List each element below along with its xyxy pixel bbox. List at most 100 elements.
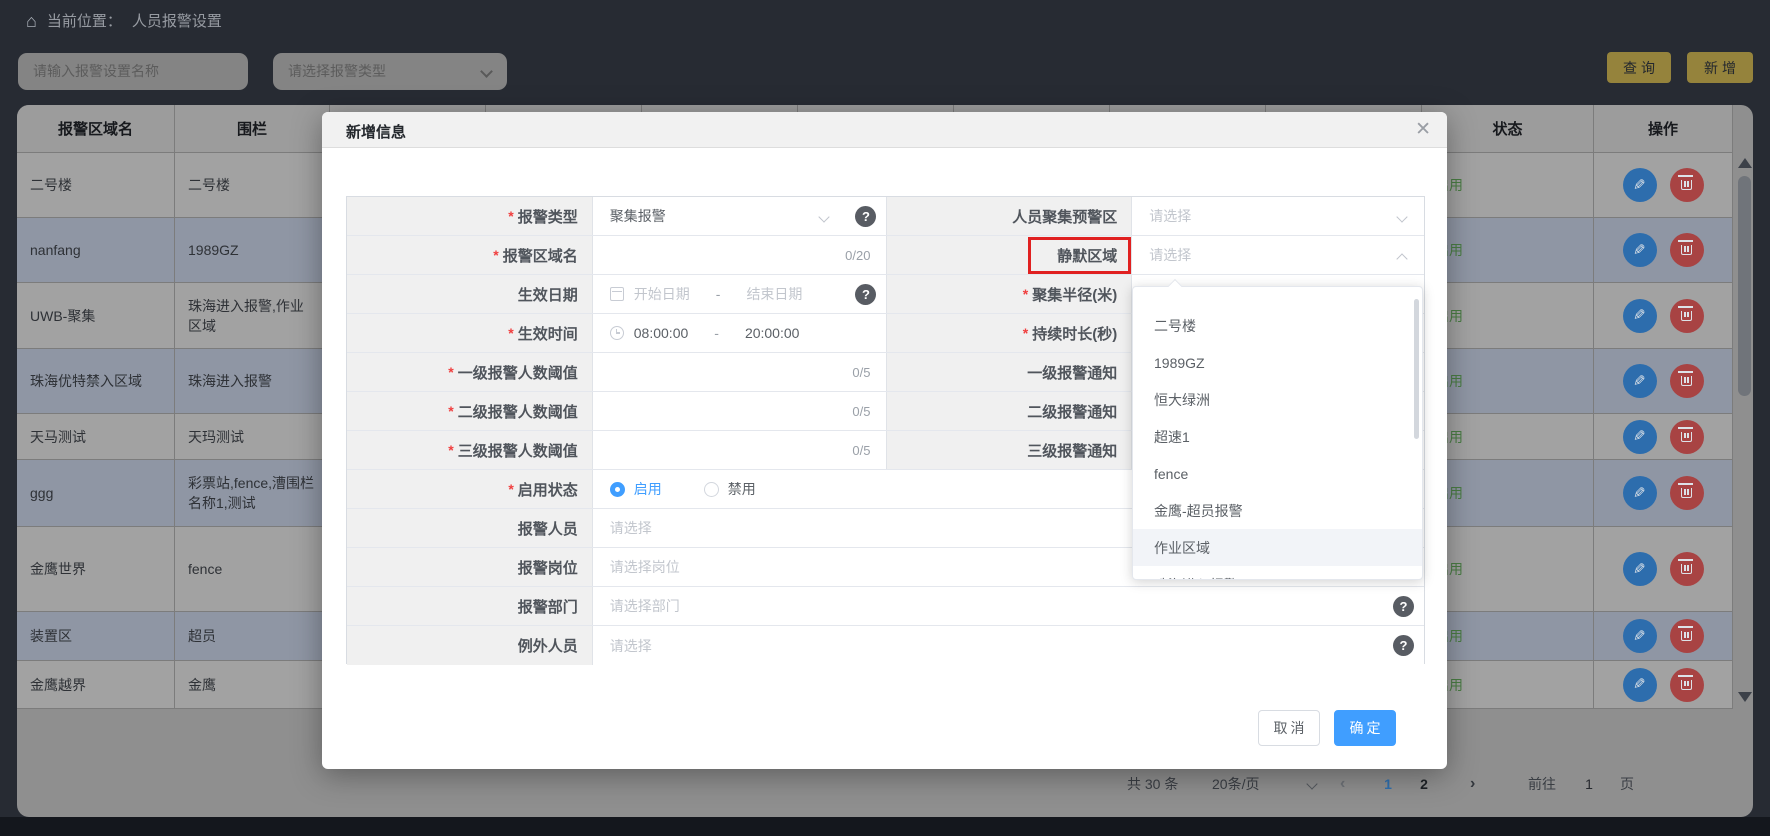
form-label-text: 人员聚集预警区 (1012, 206, 1117, 227)
delete-button[interactable] (1670, 168, 1704, 202)
delete-button[interactable] (1670, 420, 1704, 454)
pencil-icon: ✎ (1633, 308, 1646, 323)
delete-button[interactable] (1670, 668, 1704, 702)
prev-page-button[interactable]: ‹ (1340, 770, 1345, 798)
page-size-select[interactable]: 20条/页 (1212, 770, 1298, 798)
edit-button[interactable]: ✎ (1623, 364, 1657, 398)
form-field-报警部门[interactable]: 请选择部门? (593, 587, 1424, 625)
form-row: 报警部门请选择部门? (347, 587, 1424, 626)
edit-button[interactable]: ✎ (1623, 233, 1657, 267)
help-icon[interactable]: ? (855, 206, 876, 227)
goto-unit: 页 (1620, 770, 1634, 798)
required-asterisk: * (1023, 325, 1028, 341)
form-label-报警区域名: *报警区域名 (347, 236, 593, 274)
dropdown-option-二号楼[interactable]: 二号楼 (1133, 307, 1422, 344)
form-field-例外人员[interactable]: 请选择? (593, 626, 1424, 665)
pagination-total: 共 30 条 (1127, 770, 1178, 798)
pencil-icon: ✎ (1633, 429, 1646, 444)
edit-button[interactable]: ✎ (1623, 476, 1657, 510)
dropdown-option-恒大绿洲[interactable]: 恒大绿洲 (1133, 381, 1422, 418)
alarm-name-input[interactable]: 请输入报警设置名称 (18, 53, 248, 90)
trash-icon (1681, 564, 1692, 574)
form-label-报警岗位: 报警岗位 (347, 548, 593, 586)
confirm-button[interactable]: 确定 (1334, 710, 1396, 746)
trash-icon (1681, 432, 1692, 442)
form-field-三级报警人数阈值[interactable]: 0/5 (593, 431, 888, 469)
form-field-人员聚集预警区[interactable]: 请选择 (1132, 197, 1424, 235)
form-label-三级报警通知: 三级报警通知 (887, 431, 1132, 469)
delete-button[interactable] (1670, 299, 1704, 333)
query-button[interactable]: 查询 (1607, 52, 1671, 83)
form-field-静默区域[interactable]: 请选择 (1132, 236, 1424, 274)
form-row: *报警区域名0/20静默区域请选择 (347, 236, 1424, 275)
form-label-一级报警通知: 一级报警通知 (887, 353, 1132, 391)
page-title: 人员报警设置 (132, 10, 222, 31)
table-scrollbar[interactable] (1738, 176, 1751, 396)
next-page-button[interactable]: › (1470, 770, 1475, 798)
form-label-text: 启用状态 (518, 479, 578, 500)
edit-button[interactable]: ✎ (1623, 552, 1657, 586)
required-asterisk: * (493, 247, 498, 263)
goto-page-input[interactable]: 1 (1576, 770, 1602, 798)
form-field-二级报警人数阈值[interactable]: 0/5 (593, 392, 888, 430)
help-icon[interactable]: ? (1393, 596, 1414, 617)
page-1-button[interactable]: 1 (1374, 770, 1402, 798)
form-field-生效日期[interactable]: 开始日期-结束日期? (593, 275, 888, 313)
pencil-icon: ✎ (1633, 178, 1646, 193)
trash-icon (1681, 631, 1692, 641)
radio-禁用[interactable]: 禁用 (704, 479, 756, 499)
cell-area-name: 金鹰世界 (17, 527, 175, 612)
page-2-button[interactable]: 2 (1410, 770, 1438, 798)
cell-status: 启用 (1422, 349, 1594, 414)
radio-label: 启用 (634, 479, 662, 499)
delete-button[interactable] (1670, 552, 1704, 586)
chevron-down-icon (819, 211, 830, 222)
dropdown-option-超速1[interactable]: 超速1 (1133, 418, 1422, 455)
dropdown-option-珠海进入报警[interactable]: 珠海进入报警 (1133, 566, 1422, 580)
cell-fence: 珠海进入报警,作业区域 (175, 283, 330, 349)
dropdown-option-1989GZ[interactable]: 1989GZ (1133, 344, 1422, 381)
delete-button[interactable] (1670, 364, 1704, 398)
edit-button[interactable]: ✎ (1623, 299, 1657, 333)
form-label-text: 报警人员 (518, 518, 578, 539)
edit-button[interactable]: ✎ (1623, 668, 1657, 702)
form-label-text: 例外人员 (518, 635, 578, 656)
close-icon[interactable]: ✕ (1415, 120, 1431, 139)
scrollbar-down-icon[interactable] (1738, 692, 1752, 702)
trash-icon (1681, 488, 1692, 498)
dropdown-option-作业区域[interactable]: 作业区域 (1133, 529, 1422, 566)
dropdown-option-金鹰-超员报警[interactable]: 金鹰-超员报警 (1133, 492, 1422, 529)
placeholder-text: 请选择部门 (610, 596, 680, 616)
form-field-报警类型[interactable]: 聚集报警? (593, 197, 888, 235)
edit-button[interactable]: ✎ (1623, 619, 1657, 653)
form-field-一级报警人数阈值[interactable]: 0/5 (593, 353, 888, 391)
delete-button[interactable] (1670, 619, 1704, 653)
delete-button[interactable] (1670, 233, 1704, 267)
cell-status: 启用 (1422, 218, 1594, 283)
radio-启用[interactable]: 启用 (610, 479, 662, 499)
trash-icon (1681, 376, 1692, 386)
required-asterisk: * (508, 208, 513, 224)
help-icon[interactable]: ? (855, 284, 876, 305)
cell-area-name: nanfang (17, 218, 175, 283)
help-icon[interactable]: ? (1393, 635, 1414, 656)
dropdown-option-fence[interactable]: fence (1133, 455, 1422, 492)
form-label-持续时长(秒): *持续时长(秒) (887, 314, 1132, 352)
home-icon[interactable]: ⌂ (26, 12, 37, 30)
placeholder-text: 请选择 (610, 636, 652, 656)
cell-status: 启用 (1422, 661, 1594, 709)
form-field-报警区域名[interactable]: 0/20 (593, 236, 888, 274)
form-label-启用状态: *启用状态 (347, 470, 593, 508)
alarm-type-select[interactable]: 请选择报警类型 (273, 53, 507, 90)
delete-button[interactable] (1670, 476, 1704, 510)
form-label-text: 生效时间 (518, 323, 578, 344)
edit-button[interactable]: ✎ (1623, 168, 1657, 202)
add-button[interactable]: 新增 (1687, 52, 1753, 83)
scrollbar-up-icon[interactable] (1738, 158, 1752, 168)
pencil-icon: ✎ (1633, 677, 1646, 692)
edit-button[interactable]: ✎ (1623, 420, 1657, 454)
form-field-生效时间[interactable]: 08:00:00-20:00:00 (593, 314, 888, 352)
cancel-button[interactable]: 取消 (1258, 710, 1320, 746)
form-label-例外人员: 例外人员 (347, 626, 593, 665)
dropdown-scrollbar[interactable] (1414, 299, 1419, 439)
